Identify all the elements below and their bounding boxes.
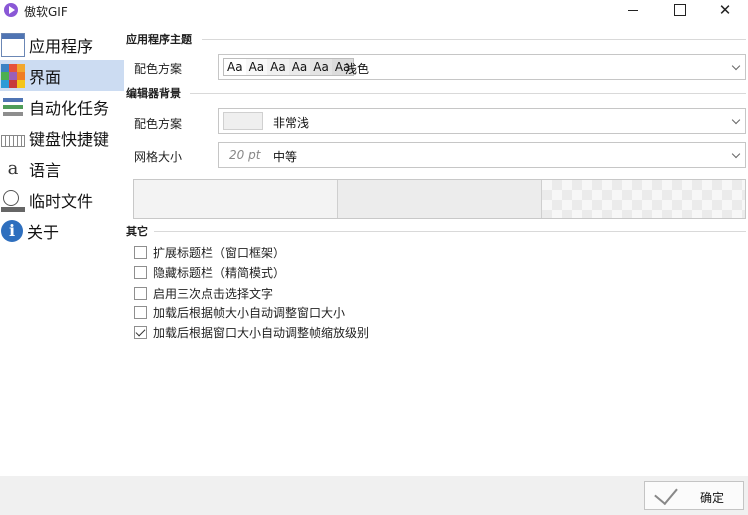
ok-button-label: 确定 — [700, 491, 725, 505]
chevron-down-icon — [731, 149, 741, 159]
checkbox[interactable] — [134, 266, 147, 279]
checkbox-checked[interactable] — [134, 326, 147, 339]
sidebar-item-temp-files[interactable]: 临时文件 — [0, 184, 124, 215]
scheme-sample: Aa — [288, 59, 311, 75]
option-auto-zoom-frame[interactable]: 加载后根据窗口大小自动调整帧缩放级别 — [134, 324, 369, 341]
sidebar: 应用程序 界面 自动化任务 键盘快捷键 a 语言 临时文件 i 关于 — [0, 29, 124, 246]
palette-cell — [17, 71, 25, 80]
language-icon: a — [7, 157, 19, 179]
section-header-editor-background: 编辑器背景 — [126, 87, 181, 100]
checkbox[interactable] — [134, 306, 147, 319]
option-label: 启用三次点击选择文字 — [153, 287, 274, 301]
scheme-preview-swatch — [223, 112, 263, 130]
sidebar-item-automation[interactable]: 自动化任务 — [0, 91, 124, 122]
close-button[interactable]: ✕ — [702, 0, 748, 22]
option-label: 加载后根据帧大小自动调整窗口大小 — [153, 306, 346, 320]
temp-files-icon — [1, 188, 25, 212]
editor-scheme-value: 非常浅 — [273, 116, 310, 130]
option-triple-click-select[interactable]: 启用三次点击选择文字 — [134, 285, 273, 302]
palette-cell — [1, 71, 9, 80]
sidebar-item-interface[interactable]: 界面 — [0, 60, 124, 91]
chevron-down-icon — [731, 115, 741, 125]
option-label: 加载后根据窗口大小自动调整帧缩放级别 — [153, 326, 370, 340]
palette-cell — [9, 63, 17, 72]
section-divider — [202, 39, 746, 40]
palette-cell — [17, 63, 25, 72]
app-scheme-dropdown[interactable]: Aa Aa Aa Aa Aa Aa 浅色 — [218, 54, 746, 80]
scheme-sample: Aa — [267, 59, 289, 75]
maximize-button[interactable] — [656, 0, 702, 22]
palette-cell — [9, 79, 17, 88]
sidebar-item-label: 关于 — [27, 222, 60, 242]
sidebar-item-application[interactable]: 应用程序 — [0, 29, 124, 60]
task-list-icon — [1, 95, 25, 119]
ok-button[interactable]: 确定 — [644, 480, 744, 510]
color-palette-icon — [1, 63, 25, 88]
preview-tile — [338, 180, 542, 218]
editor-scheme-dropdown[interactable]: 非常浅 — [218, 108, 746, 134]
palette-cell — [9, 71, 17, 80]
scheme-sample: Aa — [245, 59, 268, 75]
checkbox[interactable] — [134, 287, 147, 300]
scheme-sample: Aa — [224, 59, 246, 75]
sidebar-item-label: 界面 — [29, 67, 62, 87]
grid-size-number: 20 pt — [229, 148, 261, 162]
editor-scheme-label: 配色方案 — [134, 117, 183, 131]
keyboard-icon — [1, 134, 25, 147]
footer-bar: 确定 — [0, 476, 748, 515]
option-extend-titlebar[interactable]: 扩展标题栏（窗口框架） — [134, 244, 285, 261]
checkbox[interactable] — [134, 246, 147, 259]
sidebar-item-label: 键盘快捷键 — [29, 129, 110, 149]
sidebar-item-label: 应用程序 — [29, 36, 94, 56]
scheme-sample: Aa — [310, 59, 332, 75]
sidebar-item-label: 语言 — [29, 160, 62, 180]
window-title: 傲软GIF — [24, 5, 68, 19]
app-scheme-label: 配色方案 — [134, 62, 183, 76]
section-header-app-theme: 应用程序主题 — [126, 33, 192, 46]
section-divider — [154, 231, 746, 232]
app-logo-icon — [4, 3, 18, 17]
sidebar-item-language[interactable]: a 语言 — [0, 153, 124, 184]
section-divider — [190, 93, 746, 94]
chevron-down-icon — [731, 61, 741, 71]
app-scheme-value: 浅色 — [345, 62, 370, 76]
app-window-icon — [1, 32, 25, 57]
palette-cell — [1, 79, 9, 88]
preview-tile — [134, 180, 338, 218]
checkmark-icon — [654, 480, 678, 506]
option-auto-resize-window[interactable]: 加载后根据帧大小自动调整窗口大小 — [134, 304, 345, 321]
sidebar-item-shortcuts[interactable]: 键盘快捷键 — [0, 122, 124, 153]
scheme-preview-swatch: Aa Aa Aa Aa Aa Aa — [223, 58, 355, 76]
preview-tile-checkerboard — [542, 180, 745, 218]
palette-cell — [17, 79, 25, 88]
option-hide-titlebar[interactable]: 隐藏标题栏（精简模式） — [134, 264, 285, 281]
title-bar: 傲软GIF ✕ — [0, 0, 748, 22]
palette-cell — [1, 63, 9, 72]
close-icon: ✕ — [718, 1, 732, 19]
background-preview — [133, 179, 746, 219]
info-icon: i — [1, 219, 23, 242]
section-header-other: 其它 — [126, 225, 148, 238]
sidebar-item-about[interactable]: i 关于 — [0, 215, 124, 246]
sidebar-item-label: 临时文件 — [29, 191, 94, 211]
grid-size-value: 中等 — [273, 150, 298, 164]
grid-size-label: 网格大小 — [134, 150, 183, 164]
option-label: 扩展标题栏（窗口框架） — [153, 246, 286, 260]
sidebar-item-label: 自动化任务 — [29, 98, 110, 118]
grid-size-dropdown[interactable]: 20 pt 中等 — [218, 142, 746, 168]
minimize-button[interactable] — [610, 0, 656, 22]
option-label: 隐藏标题栏（精简模式） — [153, 266, 286, 280]
